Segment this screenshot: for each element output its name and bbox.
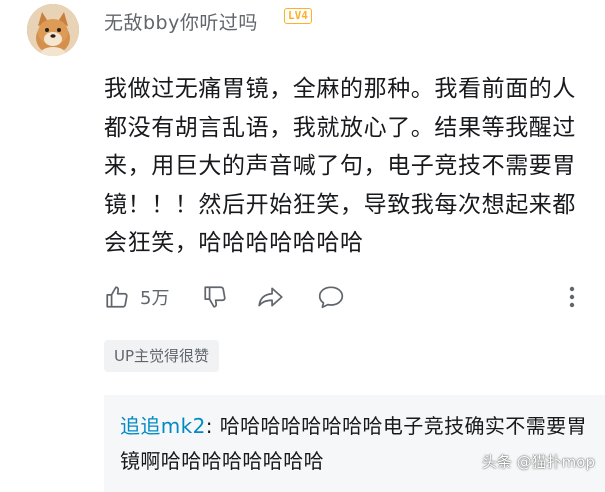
watermark: 头条 @猫扑mop <box>481 453 595 471</box>
dislike-button[interactable] <box>202 282 228 312</box>
avatar[interactable] <box>27 4 79 56</box>
more-vertical-icon <box>569 286 575 308</box>
sub-reply-box: 追追mk2: 哈哈哈哈哈哈哈哈电子竞技确实不需要胃镜啊哈哈哈哈哈哈哈哈 <box>104 395 605 492</box>
level-badge: LV4 <box>284 8 312 24</box>
reply-separator: : <box>205 414 220 438</box>
thumbs-down-icon <box>204 286 226 308</box>
comment-action-bar: 5万 <box>104 282 584 314</box>
like-button[interactable]: 5万 <box>104 282 169 312</box>
dog-avatar-icon <box>27 4 79 56</box>
more-options-button[interactable] <box>567 282 577 312</box>
share-icon <box>258 287 283 307</box>
comment-username[interactable]: 无敌bby你听过吗 <box>104 8 258 35</box>
share-button[interactable] <box>257 282 285 312</box>
like-count: 5万 <box>140 288 170 309</box>
comment-icon <box>318 286 344 309</box>
reply-username[interactable]: 追追mk2 <box>120 414 206 438</box>
up-liked-tag: UP主觉得很赞 <box>104 340 220 372</box>
comment-text: 我做过无痛胃镜，全麻的那种。我看前面的人都没有胡言乱语，我就放心了。结果等我醒过… <box>104 76 576 256</box>
reply-button[interactable] <box>317 282 345 312</box>
thumbs-up-icon <box>106 286 128 308</box>
